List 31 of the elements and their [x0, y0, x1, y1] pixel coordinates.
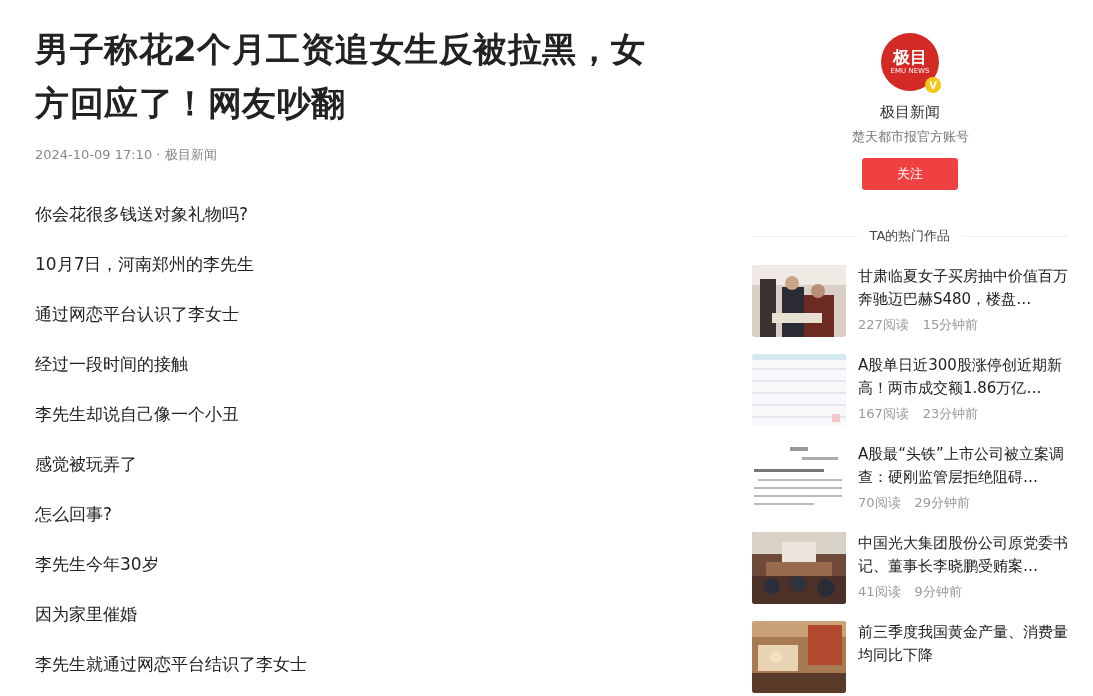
article-paragraph: 感觉被玩弄了	[35, 454, 138, 474]
publish-time: 15分钟前	[922, 316, 979, 334]
publish-time: 29分钟前	[914, 494, 971, 512]
article-paragraph: 经过一段时间的接触	[35, 354, 189, 374]
article-paragraph: 李先生就通过网恋平台结识了李女士	[35, 654, 308, 674]
publish-time: 23分钟前	[922, 405, 979, 423]
article-paragraph: 因为家里催婚	[35, 604, 138, 624]
author-description: 楚天都市报官方账号	[851, 128, 969, 146]
article-paragraph: 你会花很多钱送对象礼物吗?	[35, 204, 250, 224]
publish-time: 9分钟前	[914, 583, 962, 601]
article-paragraph: 李先生却说自己像一个小丑	[35, 404, 240, 424]
article-paragraph: 怎么回事?	[35, 504, 114, 524]
logo-text: 极目	[893, 48, 927, 67]
read-count: 41阅读	[858, 583, 901, 601]
read-count: 227阅读	[858, 316, 909, 334]
section-heading: TA的热门作品	[869, 227, 951, 245]
follow-button[interactable]: 关注	[862, 158, 958, 190]
article-link[interactable]: 甘肃临夏女子买房抽中价值百万奔驰迈巴赫S480，楼盘…	[858, 265, 1068, 311]
read-count: 167阅读	[858, 405, 909, 423]
article-link[interactable]: 前三季度我国黄金产量、消费量均同比下降	[858, 621, 1068, 667]
article-paragraph: 李先生今年30岁	[35, 554, 160, 574]
verified-badge: V	[925, 77, 941, 93]
author-name[interactable]: 极目新闻	[880, 103, 940, 122]
article-link[interactable]: A股单日近300股涨停创近期新高！两市成交额1.86万亿…	[858, 354, 1068, 400]
article-link[interactable]: A股最“头铁”上市公司被立案调查：硬刚监管层拒绝阻碍…	[858, 443, 1068, 489]
article-paragraph: 10月7日，河南郑州的李先生	[35, 254, 256, 274]
article-title: 男子称花2个月工资追女生反被拉黑，女方回应了！网友吵翻	[35, 28, 647, 125]
article-meta: 2024-10-09 17:10 · 极目新闻	[35, 146, 218, 164]
article-paragraph: 通过网恋平台认识了李女士	[35, 304, 240, 324]
article-link[interactable]: 中国光大集团股份公司原党委书记、董事长李晓鹏受贿案…	[858, 532, 1068, 578]
read-count: 70阅读	[858, 494, 901, 512]
